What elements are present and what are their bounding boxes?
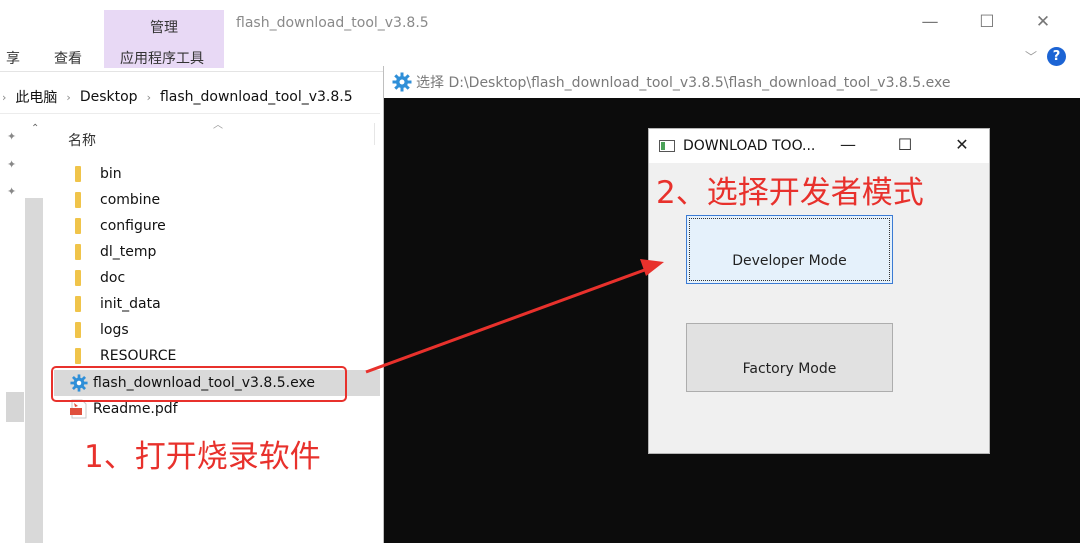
column-header-name[interactable]: 名称	[68, 130, 96, 150]
gear-icon	[392, 72, 412, 92]
folder-icon	[75, 192, 81, 208]
factory-mode-button[interactable]: Factory Mode	[686, 323, 893, 392]
file-row[interactable]: doc	[70, 265, 125, 291]
pdf-icon	[70, 399, 87, 419]
breadcrumb[interactable]: › 此电脑 › Desktop › flash_download_tool_v3…	[0, 84, 353, 110]
breadcrumb-desktop[interactable]: Desktop	[80, 89, 138, 105]
file-row[interactable]: init_data	[70, 291, 161, 317]
annotation-step-1: 1、打开烧录软件	[84, 439, 321, 475]
nav-scrollbar[interactable]	[25, 198, 43, 543]
ribbon-context-label[interactable]: 管理	[104, 17, 224, 37]
explorer-window-title: flash_download_tool_v3.8.5	[236, 15, 429, 31]
column-divider[interactable]	[374, 123, 375, 145]
folder-icon	[75, 218, 81, 234]
ribbon-right-controls: ﹀ ?	[1025, 47, 1066, 66]
folder-icon	[75, 348, 81, 364]
file-row[interactable]: configure	[70, 213, 166, 239]
address-divider	[0, 113, 380, 114]
file-name: Readme.pdf	[93, 401, 178, 417]
ribbon-expand-chevron-icon[interactable]: ﹀	[1025, 48, 1037, 65]
pin-icon[interactable]: ✦	[7, 130, 16, 143]
file-row[interactable]: bin	[70, 161, 122, 187]
breadcrumb-this-pc[interactable]: 此电脑	[15, 87, 57, 107]
ribbon-tab-app-tools[interactable]: 应用程序工具	[120, 48, 204, 68]
file-name: doc	[100, 270, 126, 286]
file-name: dl_temp	[100, 244, 157, 260]
scroll-up-icon[interactable]: ⌃	[31, 123, 39, 134]
folder-icon	[75, 322, 81, 338]
file-name: combine	[100, 192, 161, 208]
ribbon-tab-share[interactable]: 享	[6, 48, 20, 68]
folder-icon	[75, 166, 81, 182]
file-name: RESOURCE	[100, 348, 177, 364]
breadcrumb-chevron-icon: ›	[2, 90, 7, 104]
breadcrumb-chevron-icon: ›	[146, 90, 151, 104]
dialog-title: DOWNLOAD TOO...	[683, 138, 816, 154]
highlight-box-exe	[51, 366, 347, 402]
pin-icon[interactable]: ✦	[7, 185, 16, 198]
sort-ascending-icon: ︿	[213, 120, 223, 131]
breadcrumb-folder[interactable]: flash_download_tool_v3.8.5	[160, 89, 353, 105]
folder-icon	[75, 296, 81, 312]
file-row[interactable]: combine	[70, 187, 160, 213]
folder-icon	[75, 270, 81, 286]
pin-icon[interactable]: ✦	[7, 158, 16, 171]
explorer-close-button[interactable]: ✕	[1031, 12, 1055, 32]
explorer-maximize-button[interactable]: ☐	[975, 12, 999, 32]
file-name: init_data	[100, 296, 161, 312]
annotation-step-2: 2、选择开发者模式	[656, 175, 924, 211]
nav-selected-item[interactable]	[6, 392, 24, 422]
explorer-minimize-button[interactable]: —	[918, 12, 942, 32]
console-title: 选择 D:\Desktop\flash_download_tool_v3.8.5…	[416, 75, 951, 91]
ribbon-tab-view[interactable]: 查看	[54, 48, 82, 68]
dialog-maximize-button[interactable]: ☐	[894, 135, 916, 154]
dialog-close-button[interactable]: ✕	[951, 135, 973, 154]
dialog-minimize-button[interactable]: —	[837, 135, 859, 154]
file-name: logs	[100, 322, 129, 338]
file-name: configure	[100, 218, 166, 234]
file-row[interactable]: dl_temp	[70, 239, 156, 265]
help-icon[interactable]: ?	[1047, 47, 1066, 66]
file-row[interactable]: logs	[70, 317, 129, 343]
folder-icon	[75, 244, 81, 260]
console-titlebar[interactable]: 选择 D:\Desktop\flash_download_tool_v3.8.5…	[384, 66, 1080, 98]
breadcrumb-chevron-icon: ›	[66, 90, 71, 104]
dialog-titlebar[interactable]: DOWNLOAD TOO... — ☐ ✕	[649, 129, 989, 163]
developer-mode-button[interactable]: Developer Mode	[686, 215, 893, 284]
app-window-icon	[659, 140, 675, 152]
file-name: bin	[100, 166, 122, 182]
